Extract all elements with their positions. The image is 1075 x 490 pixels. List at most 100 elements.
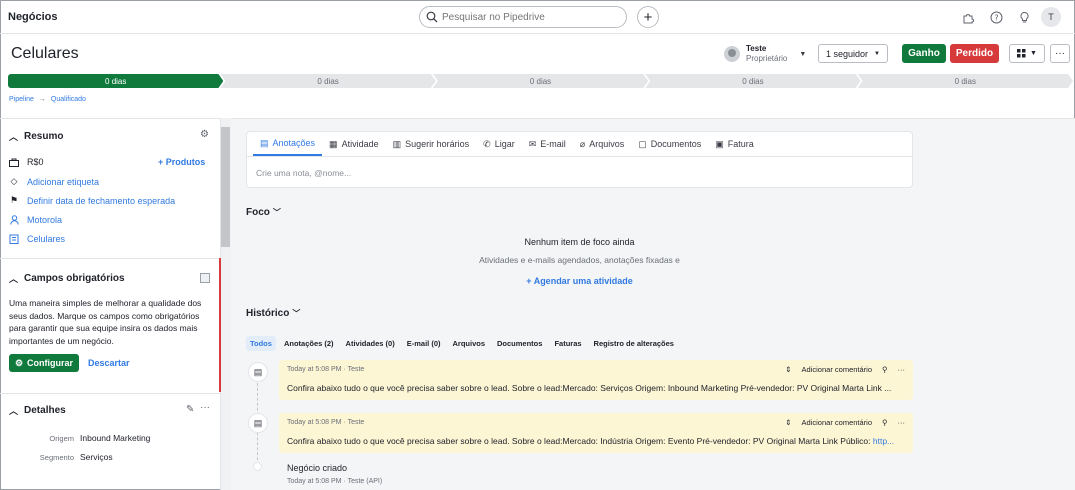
gear-icon[interactable]: ⚙ [200, 129, 209, 140]
user-avatar[interactable]: T [1041, 7, 1061, 27]
search-box[interactable] [419, 6, 627, 28]
required-title: Campos obrigatórios [24, 273, 125, 284]
owner-name: Teste [746, 44, 767, 53]
lost-button[interactable]: Perdido [950, 44, 999, 63]
close-date-link[interactable]: Definir data de fechamento esperada [27, 196, 175, 206]
detail-value-origem[interactable]: Inbound Marketing [80, 433, 150, 443]
detail-value-segmento[interactable]: Serviços [80, 452, 113, 462]
filter-changelog[interactable]: Registro de alterações [590, 336, 678, 351]
composer-divider [247, 156, 912, 157]
expand-icon[interactable]: ⇕ [785, 418, 791, 427]
schedule-activity-link[interactable]: + Agendar uma atividade [246, 276, 913, 286]
history-header[interactable]: Histórico ﹀ [246, 308, 300, 319]
tab-documents-label: Documentos [650, 139, 702, 149]
note-meta: Today at 5:08 PM · Teste [287, 366, 365, 373]
filter-all[interactable]: Todos [246, 336, 276, 351]
tag-icon: ◇ [10, 176, 18, 186]
breadcrumb-pipeline[interactable]: Pipeline [9, 96, 34, 103]
note-link[interactable]: http... [873, 436, 894, 446]
help-icon[interactable]: ? [985, 6, 1007, 28]
puzzle-icon[interactable] [957, 6, 979, 28]
view-options-button[interactable]: ▼ [1009, 44, 1045, 63]
note-input[interactable]: Crie uma nota, @nome... [256, 168, 351, 178]
person-row[interactable]: Motorola [9, 215, 62, 225]
paperclip-icon: ⌀ [579, 138, 586, 149]
quick-add-button[interactable]: + [637, 6, 659, 28]
filter-invoices[interactable]: Faturas [550, 336, 585, 351]
deal-title[interactable]: Celulares [11, 45, 79, 63]
pencil-icon[interactable]: ✎ [186, 404, 194, 415]
expand-icon[interactable]: ⇕ [785, 365, 791, 374]
won-button[interactable]: Ganho [902, 44, 946, 63]
more-options-icon[interactable]: ··· [898, 418, 906, 427]
search-input[interactable] [442, 11, 612, 23]
required-header[interactable]: ︿ Campos obrigatórios [9, 272, 125, 285]
org-link[interactable]: Celulares [27, 234, 65, 244]
tab-files[interactable]: ⌀ Arquivos [573, 132, 631, 156]
more-actions-button[interactable]: ··· [1050, 44, 1070, 63]
chevron-down-icon: ﹀ [292, 309, 301, 318]
caret-down-icon: ▼ [1030, 50, 1037, 57]
focus-empty-title: Nenhum item de foco ainda [524, 237, 635, 247]
filter-files[interactable]: Arquivos [449, 336, 490, 351]
tab-suggest-times[interactable]: ▥ Sugerir horários [386, 132, 477, 156]
filter-documents[interactable]: Documentos [493, 336, 546, 351]
stage-3[interactable]: 0 dias [433, 74, 648, 88]
add-tag-row[interactable]: ◇ Adicionar etiqueta [9, 176, 100, 187]
close-date-row[interactable]: ⚑ Definir data de fechamento esperada [9, 195, 175, 206]
dismiss-link[interactable]: Descartar [88, 358, 130, 368]
details-header[interactable]: ︿ Detalhes [9, 404, 66, 417]
tab-call-label: Ligar [494, 139, 515, 149]
configure-label: Configurar [27, 358, 74, 368]
tab-suggest-label: Sugerir horários [405, 139, 470, 149]
tab-invoice-label: Fatura [727, 139, 754, 149]
required-checkbox[interactable] [200, 273, 210, 283]
top-icons: ? T [957, 6, 1061, 28]
filter-notes[interactable]: Anotações (2) [280, 336, 338, 351]
pin-icon[interactable]: ⚲ [882, 418, 888, 427]
focus-header[interactable]: Foco ﹀ [246, 207, 281, 218]
tab-email-label: E-mail [540, 139, 566, 149]
required-description: Uma maneira simples de melhorar a qualid… [9, 298, 202, 346]
note-actions: ⇕ Adicionar comentário ⚲ ··· [785, 365, 905, 374]
followers-button[interactable]: 1 seguidor ▼ [818, 44, 888, 63]
configure-button[interactable]: ⚙ Configurar [9, 354, 79, 372]
stage-1[interactable]: 0 dias [8, 74, 223, 88]
tab-invoice[interactable]: ▣ Fatura [708, 132, 761, 156]
org-row[interactable]: Celulares [9, 234, 65, 244]
add-tag-link[interactable]: Adicionar etiqueta [27, 177, 99, 187]
filter-activities[interactable]: Atividades (0) [342, 336, 399, 351]
tab-notes[interactable]: ▤ Anotações [253, 132, 323, 156]
add-products-link[interactable]: + Produtos [158, 157, 205, 167]
add-comment-link[interactable]: Adicionar comentário [802, 418, 872, 427]
breadcrumb-stage[interactable]: Qualificado [51, 96, 86, 103]
person-link[interactable]: Motorola [27, 215, 62, 225]
stage-5[interactable]: 0 dias [858, 74, 1073, 88]
history-note-card[interactable]: Today at 5:08 PM · Teste ⇕ Adicionar com… [279, 413, 913, 453]
stage-4[interactable]: 0 dias [645, 74, 860, 88]
lightbulb-icon[interactable] [1013, 6, 1035, 28]
tab-documents[interactable]: ▢ Documentos [631, 132, 708, 156]
tab-call[interactable]: ✆ Ligar [476, 132, 522, 156]
pipeline-stages: 0 dias 0 dias 0 dias 0 dias 0 dias [8, 74, 1070, 88]
history-note-card[interactable]: Today at 5:08 PM · Teste ⇕ Adicionar com… [279, 360, 913, 400]
phone-icon: ✆ [483, 138, 491, 149]
pin-icon[interactable]: ⚲ [882, 365, 888, 374]
sidebar-scrollbar-thumb[interactable] [221, 127, 230, 247]
add-comment-link[interactable]: Adicionar comentário [802, 365, 872, 374]
note-body-text: Confira abaixo tudo o que você precisa s… [287, 436, 873, 446]
note-body: Confira abaixo tudo o que você precisa s… [287, 436, 907, 446]
chevron-up-icon: ︿ [9, 406, 19, 416]
stage-2[interactable]: 0 dias [220, 74, 435, 88]
filter-email[interactable]: E-mail (0) [403, 336, 445, 351]
more-options-icon[interactable]: ··· [200, 402, 210, 413]
chevron-up-icon: ︿ [9, 274, 19, 284]
tab-activity[interactable]: ▦ Atividade [322, 132, 386, 156]
owner-selector[interactable]: Teste Proprietário ▼ [724, 44, 806, 64]
more-options-icon[interactable]: ··· [898, 365, 906, 374]
focus-title: Foco [246, 207, 270, 218]
tab-email[interactable]: ✉ E-mail [522, 132, 573, 156]
deal-value[interactable]: R$0 [27, 157, 44, 167]
summary-header[interactable]: ︿ Resumo [9, 130, 63, 143]
chevron-up-icon: ︿ [9, 132, 19, 142]
